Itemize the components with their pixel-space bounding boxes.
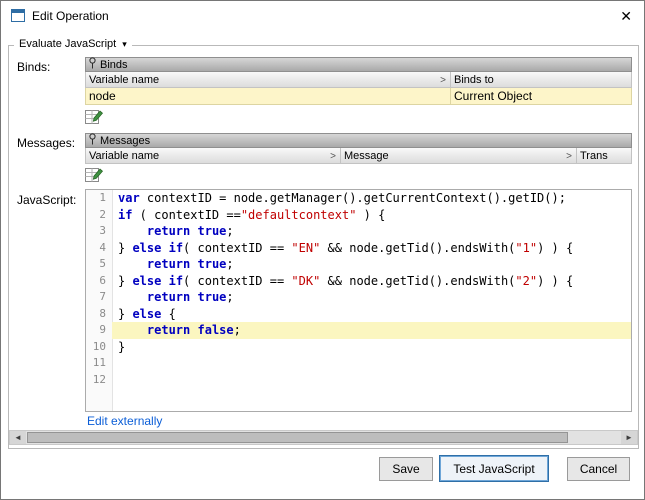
operation-type-label: Evaluate JavaScript	[19, 38, 116, 50]
test-javascript-button[interactable]: Test JavaScript	[439, 455, 549, 482]
code-text: } else if( contextID == "DK" && node.get…	[112, 273, 631, 290]
save-button[interactable]: Save	[379, 457, 433, 481]
column-header-message[interactable]: Message >	[341, 148, 577, 164]
code-line-11[interactable]: 11	[86, 355, 631, 372]
horizontal-scrollbar[interactable]: ◄ ►	[9, 430, 638, 445]
binds-table-header[interactable]: Binds	[85, 57, 632, 72]
binds-table-title: Binds	[100, 59, 128, 71]
code-line-3[interactable]: 3 return true;	[86, 223, 631, 240]
scroll-right-arrow-icon[interactable]: ►	[621, 431, 637, 444]
messages-table-title: Messages	[100, 135, 150, 147]
titlebar: Edit Operation ✕	[1, 1, 644, 31]
javascript-editor[interactable]: 1var contextID = node.getManager().getCu…	[85, 189, 632, 412]
close-button[interactable]: ✕	[620, 7, 632, 25]
code-text: }	[112, 339, 631, 356]
line-number: 2	[86, 207, 112, 224]
code-text: } else {	[112, 306, 631, 323]
code-line-2[interactable]: 2if ( contextID =="defaultcontext" ) {	[86, 207, 631, 224]
messages-table-header[interactable]: Messages	[85, 133, 632, 148]
code-text: } else if( contextID == "EN" && node.get…	[112, 240, 631, 257]
line-number: 11	[86, 355, 112, 372]
bind-target-cell[interactable]: Current Object	[451, 88, 632, 105]
operation-type-selector[interactable]: Evaluate JavaScript ▾	[14, 38, 132, 50]
edit-operation-dialog: Edit Operation ✕ Evaluate JavaScript ▾ B…	[0, 0, 645, 500]
binds-label: Binds:	[17, 60, 50, 74]
javascript-label: JavaScript:	[17, 193, 76, 207]
window-icon	[11, 9, 25, 22]
line-number: 1	[86, 190, 112, 207]
code-line-9[interactable]: 9 return false;	[86, 322, 631, 339]
scrollbar-track[interactable]	[26, 431, 621, 444]
messages-column-headers: Variable name > Message > Trans	[85, 148, 632, 164]
line-number: 7	[86, 289, 112, 306]
column-label: Variable name	[89, 150, 159, 162]
table-edit-icon	[85, 166, 104, 183]
code-text: return true;	[112, 223, 631, 240]
pin-icon	[88, 57, 97, 72]
code-lines: 1var contextID = node.getManager().getCu…	[86, 190, 631, 388]
column-chevron-icon: >	[440, 75, 446, 86]
line-number: 6	[86, 273, 112, 290]
code-line-1[interactable]: 1var contextID = node.getManager().getCu…	[86, 190, 631, 207]
column-label: Message	[344, 150, 389, 162]
pin-icon	[88, 133, 97, 148]
column-header-variable-name[interactable]: Variable name >	[85, 148, 341, 164]
code-line-8[interactable]: 8} else {	[86, 306, 631, 323]
edit-externally-link[interactable]: Edit externally	[87, 414, 162, 428]
scroll-left-arrow-icon[interactable]: ◄	[10, 431, 26, 444]
column-header-binds-to[interactable]: Binds to	[451, 72, 632, 88]
messages-label: Messages:	[17, 136, 75, 150]
chevron-down-icon: ▾	[122, 39, 127, 49]
code-line-6[interactable]: 6} else if( contextID == "DK" && node.ge…	[86, 273, 631, 290]
line-number: 4	[86, 240, 112, 257]
binds-table: Binds Variable name > Binds to node Curr…	[85, 57, 632, 105]
line-number: 8	[86, 306, 112, 323]
line-number: 10	[86, 339, 112, 356]
cancel-button[interactable]: Cancel	[567, 457, 630, 481]
column-header-transform[interactable]: Trans	[577, 148, 632, 164]
code-line-7[interactable]: 7 return true;	[86, 289, 631, 306]
line-number: 3	[86, 223, 112, 240]
edit-messages-button[interactable]	[85, 166, 104, 183]
line-number: 5	[86, 256, 112, 273]
code-text	[112, 355, 631, 372]
scrollbar-thumb[interactable]	[27, 432, 568, 443]
messages-table: Messages Variable name > Message > Trans	[85, 133, 632, 164]
line-number: 12	[86, 372, 112, 389]
bind-variable-cell[interactable]: node	[85, 88, 451, 105]
code-text: return true;	[112, 256, 631, 273]
code-line-10[interactable]: 10}	[86, 339, 631, 356]
column-label: Binds to	[454, 74, 494, 86]
edit-binds-button[interactable]	[85, 108, 104, 125]
table-edit-icon	[85, 108, 104, 125]
window-title: Edit Operation	[32, 9, 109, 23]
column-chevron-icon: >	[566, 151, 572, 162]
code-text: if ( contextID =="defaultcontext" ) {	[112, 207, 631, 224]
column-label: Trans	[580, 150, 608, 162]
column-header-variable-name[interactable]: Variable name >	[85, 72, 451, 88]
code-text: var contextID = node.getManager().getCur…	[112, 190, 631, 207]
code-line-5[interactable]: 5 return true;	[86, 256, 631, 273]
column-chevron-icon: >	[330, 151, 336, 162]
code-line-12[interactable]: 12	[86, 372, 631, 389]
binds-table-row[interactable]: node Current Object	[85, 88, 632, 105]
code-text	[112, 372, 631, 389]
binds-column-headers: Variable name > Binds to	[85, 72, 632, 88]
column-label: Variable name	[89, 74, 159, 86]
code-line-4[interactable]: 4} else if( contextID == "EN" && node.ge…	[86, 240, 631, 257]
line-number: 9	[86, 322, 112, 339]
code-text: return false;	[112, 322, 631, 339]
code-text: return true;	[112, 289, 631, 306]
